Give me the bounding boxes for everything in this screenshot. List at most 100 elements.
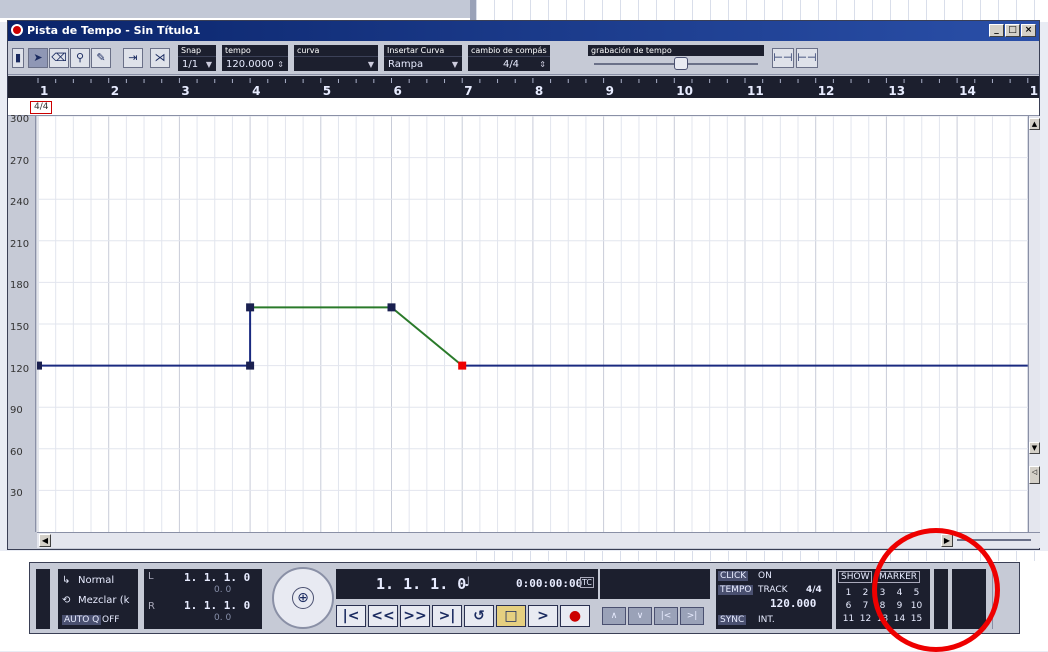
- prev-marker-icon[interactable]: |<: [654, 607, 678, 625]
- top-strip-left: [0, 0, 470, 18]
- fast-forward-button[interactable]: >>: [400, 605, 430, 627]
- snap-value[interactable]: 1/1 ▼: [178, 56, 216, 71]
- info-toggle-button[interactable]: ▮: [12, 48, 24, 68]
- vertical-scrollbar[interactable]: ▲ ▼ ◁: [1028, 116, 1040, 532]
- play-button[interactable]: >: [528, 605, 558, 627]
- mix-mode-icon: ⟲: [62, 595, 71, 606]
- maximize-button[interactable]: □: [1005, 24, 1020, 37]
- marker-number[interactable]: 7: [857, 600, 874, 613]
- zoom-tool-icon[interactable]: ⚲: [70, 48, 90, 68]
- fit-width-icon[interactable]: ⊢⊣: [772, 48, 794, 68]
- tempo-button[interactable]: TEMPO: [718, 585, 754, 595]
- goto-end-button[interactable]: >|: [432, 605, 462, 627]
- cambio-compas-value[interactable]: 4/4 ⇕: [468, 56, 550, 71]
- ruler-bar-label: 7: [464, 84, 472, 98]
- left-locator-sub: 0. 0: [214, 585, 232, 595]
- tempo-value[interactable]: 120.0000 ⇕: [222, 56, 288, 71]
- marker-number[interactable]: 6: [840, 600, 857, 613]
- title-bar[interactable]: Pista de Tempo - Sin Título1 _ □ ×: [8, 21, 1039, 41]
- cambio-compas-field[interactable]: cambio de compás 4/4 ⇕: [468, 45, 550, 73]
- stepper-icon: ⇕: [539, 60, 546, 69]
- top-strip: [0, 0, 1048, 22]
- snap-toggle-icon[interactable]: ⋊: [150, 48, 170, 68]
- position-time[interactable]: 0:00:00:00: [516, 577, 582, 590]
- transport-panel: ↳ Normal ⟲ Mezclar (k AUTO Q OFF L 1. 1.…: [29, 562, 1020, 634]
- y-tick-label: 30: [10, 488, 23, 500]
- bar-ruler[interactable]: 1 2 3 4 5 6 7 8 9 10 11 12 13 14 1: [8, 76, 1039, 98]
- tempo-point: [37, 361, 42, 370]
- insertar-curva-field[interactable]: Insertar Curva Rampa ▼: [384, 45, 462, 73]
- tempo-field[interactable]: tempo 120.0000 ⇕: [222, 45, 288, 73]
- arrow-tool-icon[interactable]: ➤: [28, 48, 48, 68]
- autoq-label[interactable]: AUTO Q: [62, 615, 102, 625]
- tempo-curve-svg[interactable]: [37, 116, 1028, 532]
- minimize-button[interactable]: _: [989, 24, 1004, 37]
- click-state: ON: [758, 571, 772, 581]
- show-button[interactable]: SHOW: [838, 571, 873, 583]
- chevron-down-icon: ▼: [451, 60, 458, 69]
- ruler-bar-label: 11: [747, 84, 764, 98]
- right-locator-value[interactable]: 1. 1. 1. 0: [184, 599, 250, 612]
- ruler-bar-label: 3: [181, 84, 189, 98]
- zoom-slider-icon[interactable]: ◁: [1029, 466, 1040, 484]
- nudge-up-icon[interactable]: ∧: [602, 607, 626, 625]
- autoscroll-icon[interactable]: ⇥: [123, 48, 143, 68]
- tempo-recording-slider[interactable]: grabación de tempo: [588, 45, 764, 73]
- snap-label: Snap: [178, 45, 216, 56]
- marker-number[interactable]: 1: [840, 587, 857, 600]
- snap-field[interactable]: Snap 1/1 ▼: [178, 45, 216, 73]
- record-mode-panel: ↳ Normal ⟲ Mezclar (k AUTO Q OFF: [58, 569, 138, 629]
- tempo-point: [246, 361, 255, 370]
- tempo-point: [246, 303, 255, 312]
- erase-tool-icon[interactable]: ⌫: [49, 48, 69, 68]
- position-bars-beats[interactable]: 1. 1. 1. 0: [376, 575, 466, 593]
- scroll-left-icon[interactable]: ◀: [39, 534, 51, 547]
- goto-start-button[interactable]: |<: [336, 605, 366, 627]
- click-button[interactable]: CLICK: [718, 571, 749, 581]
- empty-display: [600, 569, 710, 599]
- curva-field[interactable]: curva ▼: [294, 45, 378, 73]
- insertar-curva-label: Insertar Curva: [384, 45, 462, 56]
- stepper-icon: ⇕: [277, 60, 284, 69]
- rewind-button[interactable]: <<: [368, 605, 398, 627]
- signature-lane: 4/4: [8, 98, 1039, 116]
- fit-height-icon[interactable]: ⊢⊣: [796, 48, 818, 68]
- tempo-curve-area[interactable]: [37, 116, 1028, 532]
- toolbar: ▮ ➤ ⌫ ⚲ ✎ ⇥ ⋊ Snap 1/1 ▼ tempo 120.0000 ⇕ …: [8, 41, 1039, 75]
- position-display: 1. 1. 1. 0 ♩ 0:00:00:00 TC: [336, 569, 598, 599]
- slider-knob[interactable]: [674, 57, 688, 70]
- close-button[interactable]: ×: [1021, 24, 1036, 37]
- marker-number[interactable]: 11: [840, 613, 857, 626]
- tc-badge[interactable]: TC: [580, 577, 595, 588]
- marker-number[interactable]: 12: [857, 613, 874, 626]
- record-mode-select[interactable]: Normal: [78, 575, 114, 586]
- track-tempo[interactable]: 120.000: [770, 597, 816, 610]
- next-marker-icon[interactable]: >|: [680, 607, 704, 625]
- tempo-axis: 300 270 240 210 180 150 120 90 60 30: [8, 114, 36, 532]
- tempo-track-window: Pista de Tempo - Sin Título1 _ □ × ▮ ➤ ⌫…: [7, 20, 1040, 550]
- mix-mode-select[interactable]: Mezclar (k: [78, 595, 129, 606]
- click-tempo-panel: CLICK ON TEMPO TRACK 4/4 120.000 SYNC IN…: [716, 569, 832, 629]
- scroll-down-icon[interactable]: ▼: [1029, 442, 1040, 454]
- insertar-curva-value[interactable]: Rampa ▼: [384, 56, 462, 71]
- y-tick-label: 90: [10, 405, 23, 417]
- stop-button[interactable]: □: [496, 605, 526, 627]
- sync-button[interactable]: SYNC: [718, 615, 747, 625]
- ruler-bar-label: 9: [606, 84, 614, 98]
- grabacion-label: grabación de tempo: [588, 45, 764, 56]
- left-locator-value[interactable]: 1. 1. 1. 0: [184, 571, 250, 584]
- cycle-button[interactable]: ↺: [464, 605, 494, 627]
- pencil-tool-icon[interactable]: ✎: [91, 48, 111, 68]
- ruler-bar-label: 10: [676, 84, 693, 98]
- ruler-bar-label: 6: [394, 84, 402, 98]
- track-signature: 4/4: [806, 585, 822, 595]
- curva-value[interactable]: ▼: [294, 56, 378, 71]
- nudge-down-icon[interactable]: ∨: [628, 607, 652, 625]
- time-signature-marker[interactable]: 4/4: [30, 101, 53, 114]
- record-button[interactable]: ●: [560, 605, 590, 627]
- track-label: TRACK: [758, 585, 788, 595]
- ruler-ticks: 1 2 3 4 5 6 7 8 9 10 11 12 13 14 1: [37, 78, 1038, 98]
- locator-panel: L 1. 1. 1. 0 0. 0 R 1. 1. 1. 0 0. 0: [144, 569, 262, 629]
- jog-wheel[interactable]: ⊕: [272, 567, 334, 629]
- scroll-up-icon[interactable]: ▲: [1029, 118, 1040, 130]
